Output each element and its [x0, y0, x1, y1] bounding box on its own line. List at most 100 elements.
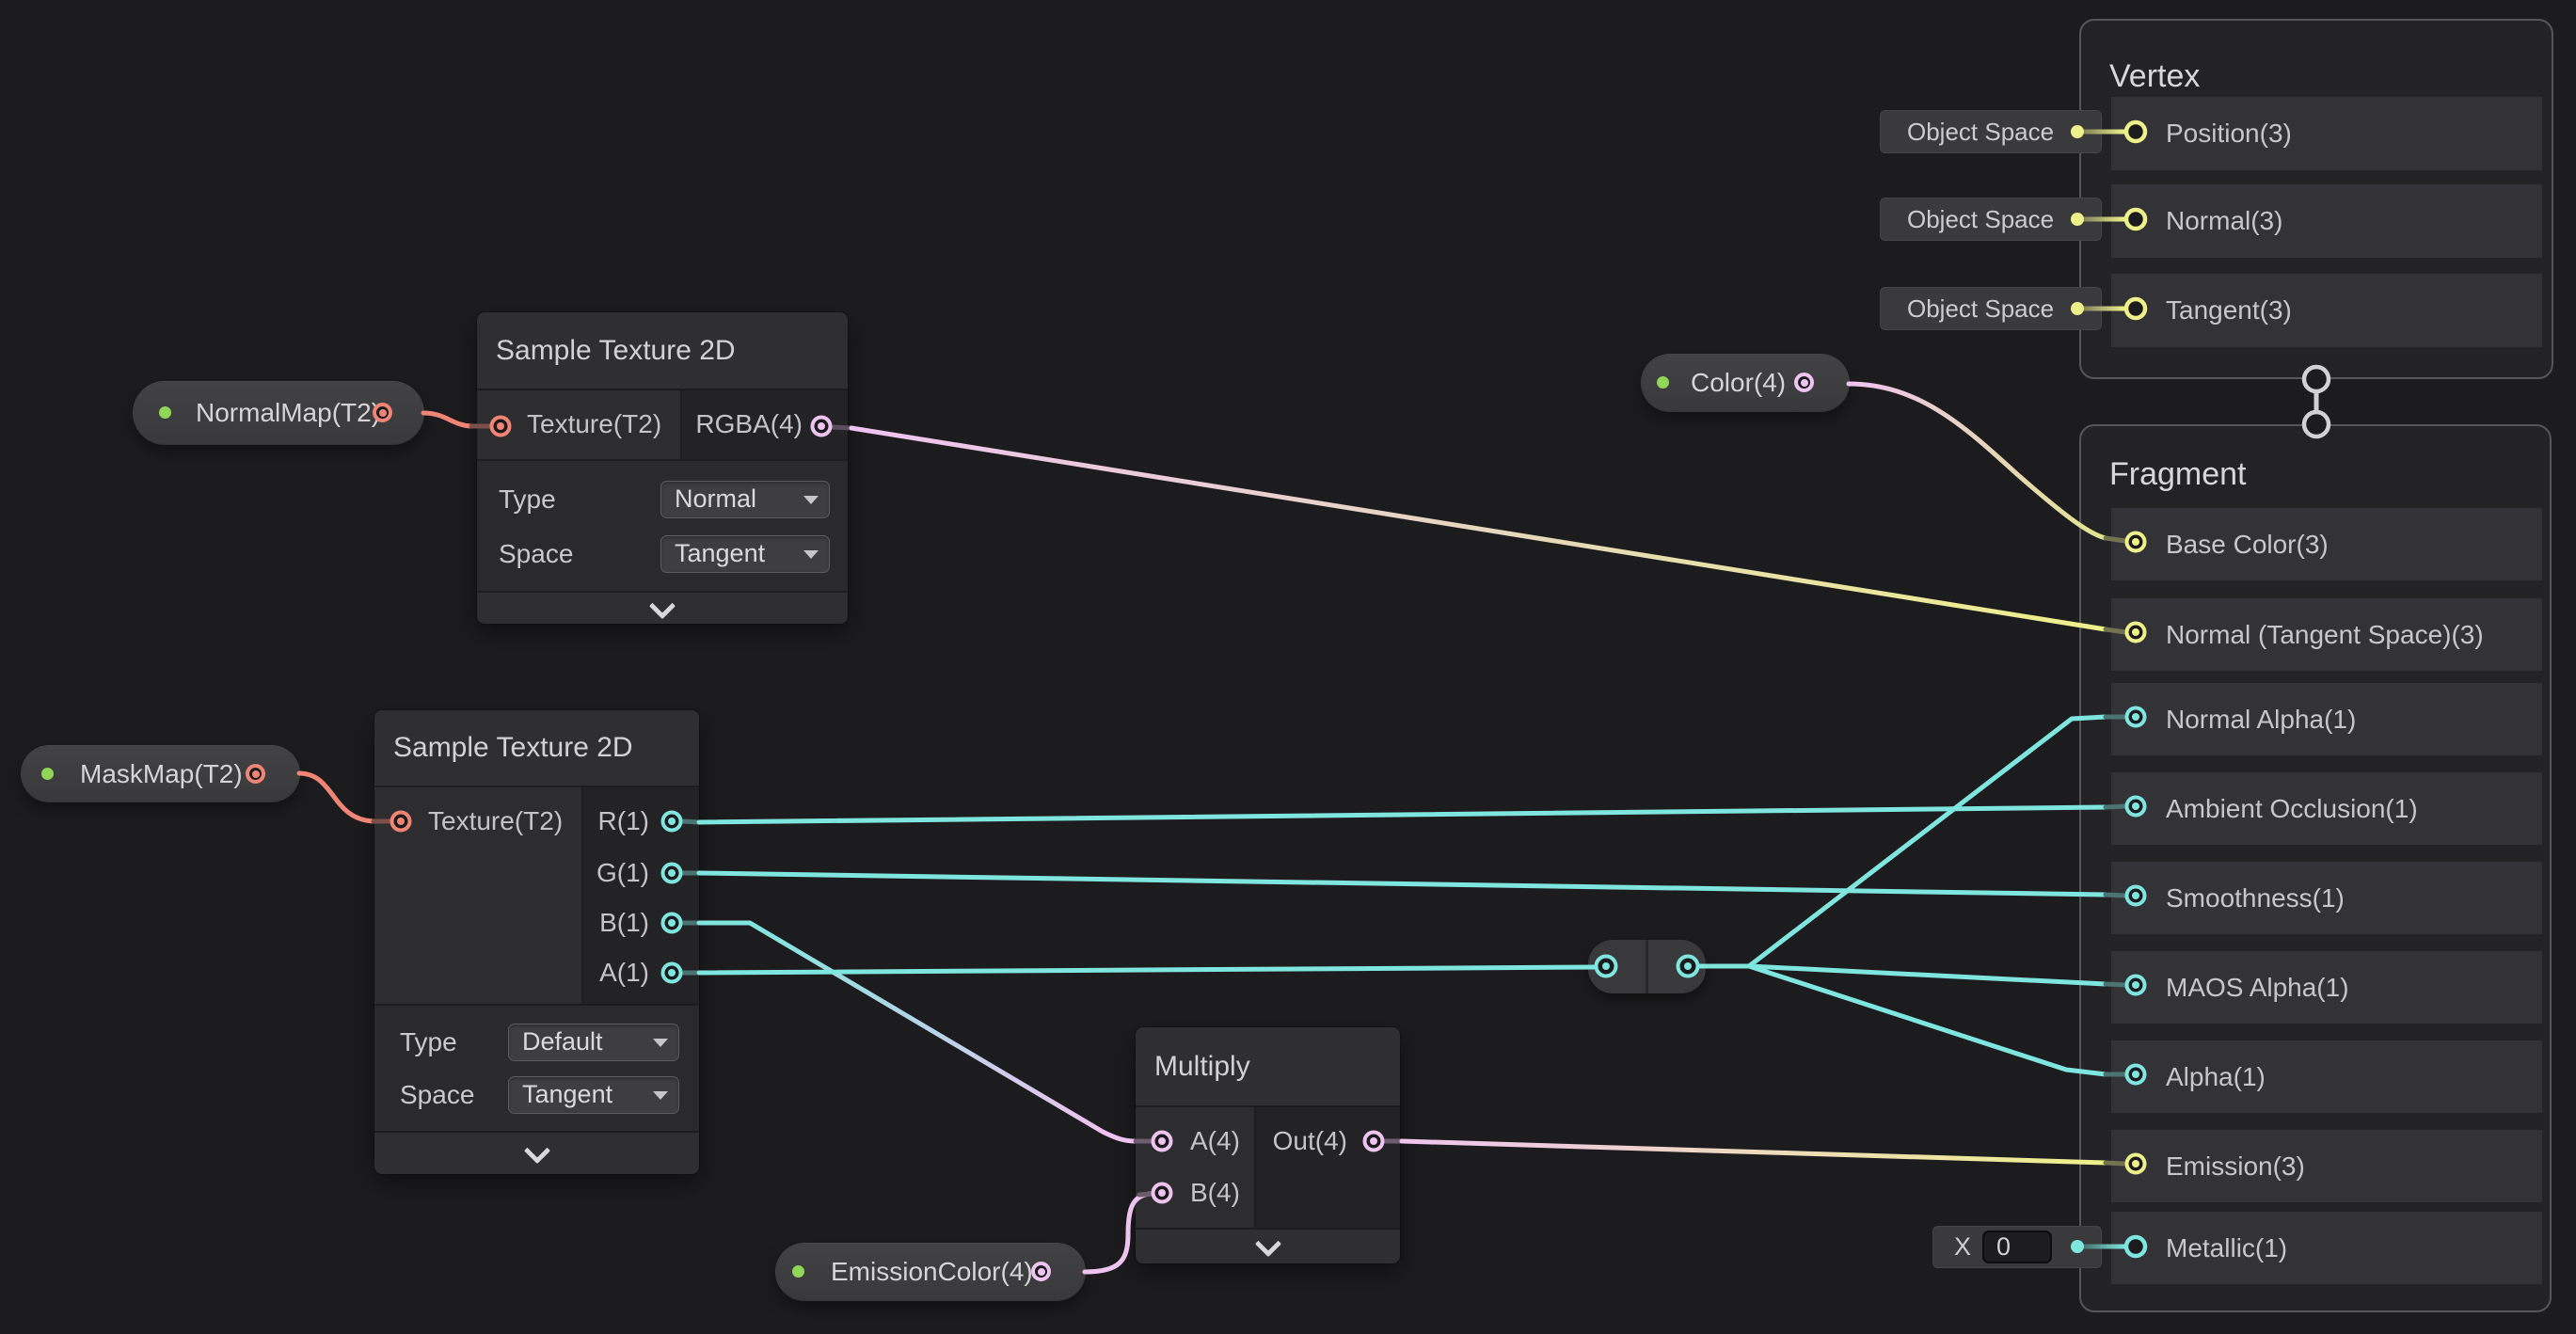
node-multiply[interactable]: Multiply A(4) B(4) Out(4): [1136, 1027, 1400, 1263]
space-field-label: Space: [400, 1076, 474, 1114]
edge-redirect-to-alpha[interactable]: [1697, 966, 2106, 1074]
block-row-label: Emission(3): [2166, 1130, 2305, 1202]
edge-out-to-emission[interactable]: [1402, 1141, 2106, 1163]
output-port-cell: Out(4): [1256, 1107, 1400, 1228]
object-space-label: Object Space: [1907, 199, 2054, 240]
property-label: NormalMap(T2): [196, 382, 380, 444]
node-title-bar[interactable]: Multiply: [1136, 1027, 1400, 1105]
space-field-label: Space: [499, 535, 573, 573]
node-port-row: Texture(T2) RGBA(4): [477, 390, 848, 459]
block-title: Vertex: [2109, 58, 2200, 95]
output-port-label: A(1): [583, 953, 649, 993]
property-exposed-dot: [159, 406, 171, 419]
object-space-label: Object Space: [1907, 111, 2054, 152]
property-label: MaskMap(T2): [80, 746, 243, 802]
fragment-row-ambient-occlusion[interactable]: Ambient Occlusion(1): [2111, 772, 2542, 845]
edge-redirect-to-maos-alpha[interactable]: [1697, 966, 2106, 984]
fragment-row-alpha[interactable]: Alpha(1): [2111, 1040, 2542, 1113]
node-title: Sample Texture 2D: [496, 312, 736, 389]
vertex-context-block[interactable]: Vertex Position(3) Normal(3) Tangent(3): [2079, 19, 2553, 379]
property-node-emissioncolor[interactable]: EmissionColor(4): [776, 1244, 1085, 1300]
space-dropdown[interactable]: Tangent: [508, 1076, 679, 1114]
metallic-default-widget[interactable]: X 0: [1933, 1227, 2101, 1267]
node-sample-texture-2d-a[interactable]: Sample Texture 2D Texture(T2) RGBA(4) Ty…: [477, 312, 848, 624]
type-dropdown[interactable]: Default: [508, 1024, 679, 1061]
fragment-row-emission[interactable]: Emission(3): [2111, 1130, 2542, 1202]
block-row-label: Normal Alpha(1): [2166, 683, 2356, 755]
type-dropdown-value: Default: [522, 1027, 603, 1056]
texture-output-port[interactable]: [246, 764, 265, 784]
input-port-cell: A(4) B(4): [1136, 1107, 1254, 1228]
dropdown-caret-icon: [803, 550, 819, 559]
fragment-row-normal-alpha[interactable]: Normal Alpha(1): [2111, 683, 2542, 755]
node-collapse-button[interactable]: [1136, 1230, 1400, 1263]
axis-label: X: [1954, 1227, 1971, 1267]
block-row-label: Metallic(1): [2166, 1212, 2287, 1284]
space-dropdown-value: Tangent: [522, 1080, 612, 1108]
space-dropdown-value: Tangent: [675, 539, 765, 567]
block-row-label: Normal (Tangent Space)(3): [2166, 598, 2484, 671]
chevron-down-icon: [649, 593, 676, 619]
fragment-row-smoothness[interactable]: Smoothness(1): [2111, 862, 2542, 934]
input-port-label: A(4): [1190, 1121, 1240, 1161]
fragment-row-maos-alpha[interactable]: MAOS Alpha(1): [2111, 951, 2542, 1024]
node-sample-texture-2d-b[interactable]: Sample Texture 2D Texture(T2) R(1) G(1) …: [374, 710, 699, 1174]
normal-default-widget[interactable]: Object Space: [1881, 199, 2101, 240]
output-port-label: Out(4): [1256, 1121, 1347, 1161]
node-port-row: Texture(T2) R(1) G(1) B(1) A(1): [374, 787, 699, 1004]
fragment-row-metallic[interactable]: Metallic(1): [2111, 1212, 2542, 1284]
chevron-down-icon: [1254, 1231, 1280, 1257]
property-exposed-dot: [1657, 376, 1669, 389]
vertex-row-normal[interactable]: Normal(3): [2111, 184, 2542, 258]
node-collapse-button[interactable]: [477, 593, 848, 624]
metallic-value-field[interactable]: 0: [1982, 1231, 2052, 1263]
fragment-context-block[interactable]: Fragment Base Color(3) Normal (Tangent S…: [2079, 424, 2552, 1312]
property-exposed-dot: [41, 768, 54, 780]
edge-normalmap-to-texture[interactable]: [423, 413, 471, 426]
property-node-color[interactable]: Color(4): [1642, 355, 1849, 411]
object-space-label: Object Space: [1907, 288, 2054, 329]
node-title-bar[interactable]: Sample Texture 2D: [477, 312, 848, 389]
property-node-maskmap[interactable]: MaskMap(T2): [22, 746, 299, 802]
edge-redirect-to-normal-alpha[interactable]: [1697, 717, 2106, 966]
dropdown-caret-icon: [803, 496, 819, 504]
node-redirect[interactable]: [1588, 940, 1706, 993]
redirect-divider: [1646, 940, 1648, 993]
vector4-output-port[interactable]: [1794, 373, 1814, 392]
block-row-label: Smoothness(1): [2166, 862, 2345, 934]
tangent-default-widget[interactable]: Object Space: [1881, 288, 2101, 329]
type-dropdown[interactable]: Normal: [660, 481, 830, 518]
node-title-bar[interactable]: Sample Texture 2D: [374, 710, 699, 786]
edge-g-to-smoothness[interactable]: [699, 873, 2106, 895]
chevron-down-icon: [523, 1137, 549, 1164]
edge-maskmap-to-texture[interactable]: [299, 773, 374, 821]
texture-output-port[interactable]: [373, 403, 392, 422]
edge-a-to-redirect[interactable]: [699, 967, 1597, 973]
node-title: Sample Texture 2D: [393, 710, 633, 786]
fragment-row-normal-tangent-space[interactable]: Normal (Tangent Space)(3): [2111, 598, 2542, 671]
block-row-label: Normal(3): [2166, 184, 2282, 258]
block-title: Fragment: [2109, 456, 2247, 493]
space-dropdown[interactable]: Tangent: [660, 535, 830, 573]
property-node-normalmap[interactable]: NormalMap(T2): [134, 382, 423, 444]
output-port-label: RGBA(4): [682, 405, 803, 444]
edge-rgba-to-normal-tangent-space[interactable]: [851, 428, 2106, 629]
node-options-body: Type Default Space Tangent: [374, 1006, 699, 1131]
edge-color-to-base-color[interactable]: [1849, 384, 2106, 538]
node-collapse-button[interactable]: [374, 1133, 699, 1174]
shader-graph-canvas[interactable]: NormalMap(T2) MaskMap(T2) Color(4) Emiss…: [0, 0, 2576, 1334]
position-default-widget[interactable]: Object Space: [1881, 111, 2101, 152]
block-row-label: MAOS Alpha(1): [2166, 951, 2349, 1024]
edge-r-to-ambient-occlusion[interactable]: [699, 807, 2106, 822]
input-port-label: B(4): [1190, 1173, 1240, 1213]
input-port-label: Texture(T2): [428, 802, 563, 841]
vertex-row-tangent[interactable]: Tangent(3): [2111, 274, 2542, 347]
vector4-output-port[interactable]: [1031, 1262, 1051, 1281]
node-title: Multiply: [1154, 1027, 1250, 1105]
block-row-label: Tangent(3): [2166, 274, 2292, 347]
vertex-row-position[interactable]: Position(3): [2111, 97, 2542, 170]
output-port-cell: R(1) G(1) B(1) A(1): [583, 787, 699, 1004]
fragment-row-base-color[interactable]: Base Color(3): [2111, 508, 2542, 580]
output-port-label: G(1): [583, 853, 649, 893]
edge-b-to-a[interactable]: [699, 923, 1136, 1141]
